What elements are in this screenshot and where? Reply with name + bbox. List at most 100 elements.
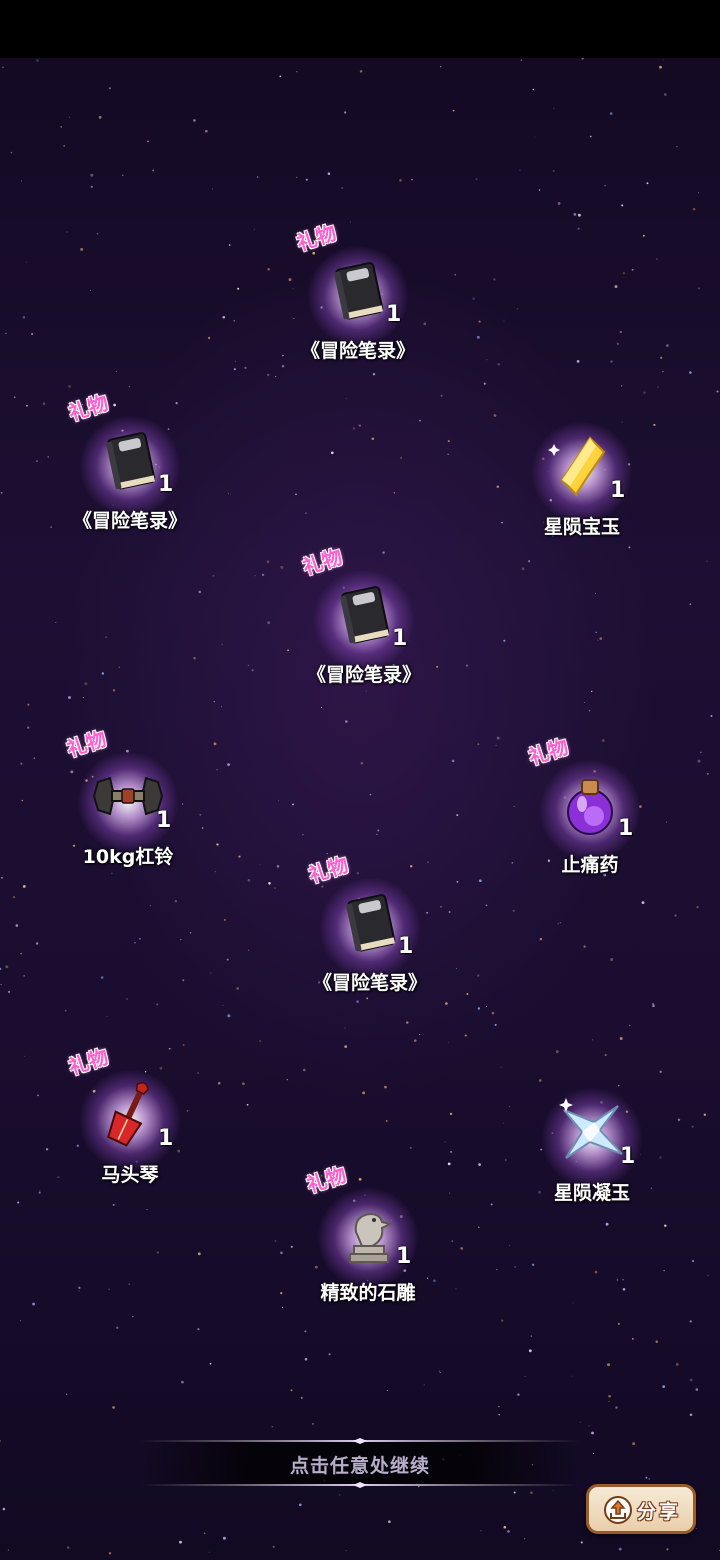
star-dot: [447, 453, 449, 455]
star-dot: [423, 1384, 425, 1386]
star-dot: [689, 371, 692, 374]
star-dot: [64, 1009, 67, 1012]
star-dot: [498, 1413, 500, 1416]
star-dot: [19, 1320, 21, 1322]
star-dot: [477, 743, 480, 746]
star-dot: [622, 1288, 626, 1291]
star-dot: [112, 689, 116, 692]
star-dot: [528, 1349, 532, 1353]
star-dot: [26, 261, 28, 263]
star-dot: [237, 287, 240, 290]
star-dot: [451, 759, 455, 763]
star-dot: [213, 742, 217, 746]
star-dot: [108, 1552, 112, 1555]
star-dot: [527, 560, 531, 563]
star-dot: [128, 386, 130, 388]
star-dot: [580, 1541, 583, 1544]
reward-item[interactable]: 礼物 1 精致的石雕: [288, 1162, 448, 1320]
star-dot: [384, 1085, 387, 1089]
star-dot: [5, 965, 9, 969]
star-dot: [78, 1286, 81, 1289]
star-dot: [674, 914, 677, 917]
reward-item[interactable]: 礼物 1 止痛药: [510, 734, 670, 892]
star-dot: [341, 186, 344, 190]
star-dot: [692, 207, 696, 211]
star-dot: [247, 879, 251, 882]
star-dot: [476, 974, 480, 977]
star-dot: [497, 362, 500, 366]
star-dot: [296, 71, 298, 73]
reward-item[interactable]: 礼物 1 《冒险笔录》: [50, 390, 210, 548]
star-dot: [45, 1148, 49, 1151]
star-dot: [652, 1004, 655, 1008]
reward-screen[interactable]: 礼物 1 《冒险笔录》 礼物 1 《冒险笔录》 1 星陨宝玉 礼物 1 《冒险笔…: [0, 58, 720, 1560]
star-dot: [300, 1396, 303, 1399]
star-dot: [295, 493, 297, 496]
reward-item[interactable]: 1 星陨凝玉: [512, 1070, 672, 1220]
star-dot: [538, 189, 541, 191]
star-dot: [465, 664, 469, 667]
star-dot: [35, 942, 39, 945]
star-crystal-icon: [559, 1098, 623, 1159]
star-dot: [197, 1252, 201, 1256]
yellow-gem-icon: [548, 436, 606, 496]
star-dot: [38, 1191, 41, 1194]
star-dot: [662, 59, 664, 61]
star-dot: [590, 690, 593, 693]
star-dot: [182, 979, 185, 982]
star-dot: [493, 414, 497, 417]
star-dot: [376, 833, 378, 836]
reward-item[interactable]: 1 星陨宝玉: [502, 404, 662, 554]
star-dot: [695, 1528, 697, 1530]
reward-item[interactable]: 礼物 1 10kg杠铃: [48, 726, 208, 884]
star-dot: [553, 107, 555, 109]
reward-item[interactable]: 礼物 1 《冒险笔录》: [284, 544, 444, 702]
star-dot: [267, 373, 270, 377]
reward-item[interactable]: 礼物 1 马头琴: [50, 1044, 210, 1202]
star-dot: [204, 129, 208, 133]
star-dot: [2, 1507, 6, 1511]
star-dot: [496, 736, 500, 740]
star-dot: [521, 567, 525, 571]
star-dot: [655, 1340, 658, 1343]
star-dot: [447, 440, 450, 443]
star-dot: [707, 773, 709, 775]
star-dot: [559, 922, 561, 924]
star-dot: [599, 637, 603, 640]
star-dot: [118, 666, 120, 668]
star-dot: [591, 1039, 594, 1041]
star-dot: [321, 707, 323, 708]
star-dot: [339, 1494, 341, 1496]
star-dot: [108, 1288, 110, 1291]
item-name: 星陨宝玉: [543, 516, 620, 538]
star-dot: [254, 574, 256, 577]
star-dot: [221, 706, 222, 708]
star-dot: [345, 398, 347, 400]
reward-item[interactable]: 礼物 1 《冒险笔录》: [290, 852, 450, 1010]
star-dot: [358, 424, 361, 427]
star-dot: [464, 1034, 467, 1037]
star-dot: [226, 958, 229, 961]
star-dot: [211, 188, 213, 190]
star-dot: [480, 1530, 482, 1532]
star-dot: [486, 359, 488, 361]
share-button[interactable]: 分享: [586, 1484, 696, 1534]
star-dot: [360, 761, 364, 765]
star-dot: [500, 1066, 502, 1068]
star-dot: [676, 146, 678, 148]
star-dot: [275, 375, 277, 378]
star-dot: [622, 1279, 624, 1281]
star-dot: [122, 174, 124, 176]
item-count: 1: [396, 1244, 412, 1269]
continue-prompt[interactable]: 点击任意处继续: [140, 1438, 580, 1488]
star-dot: [80, 247, 84, 251]
reward-item[interactable]: 礼物 1 《冒险笔录》: [278, 220, 438, 378]
star-dot: [691, 1125, 694, 1128]
star-dot: [362, 1091, 366, 1095]
star-dot: [279, 75, 282, 78]
star-dot: [242, 1082, 245, 1086]
star-dot: [302, 834, 304, 836]
star-dot: [182, 1043, 185, 1046]
star-dot: [15, 924, 19, 927]
star-dot: [663, 1270, 665, 1272]
